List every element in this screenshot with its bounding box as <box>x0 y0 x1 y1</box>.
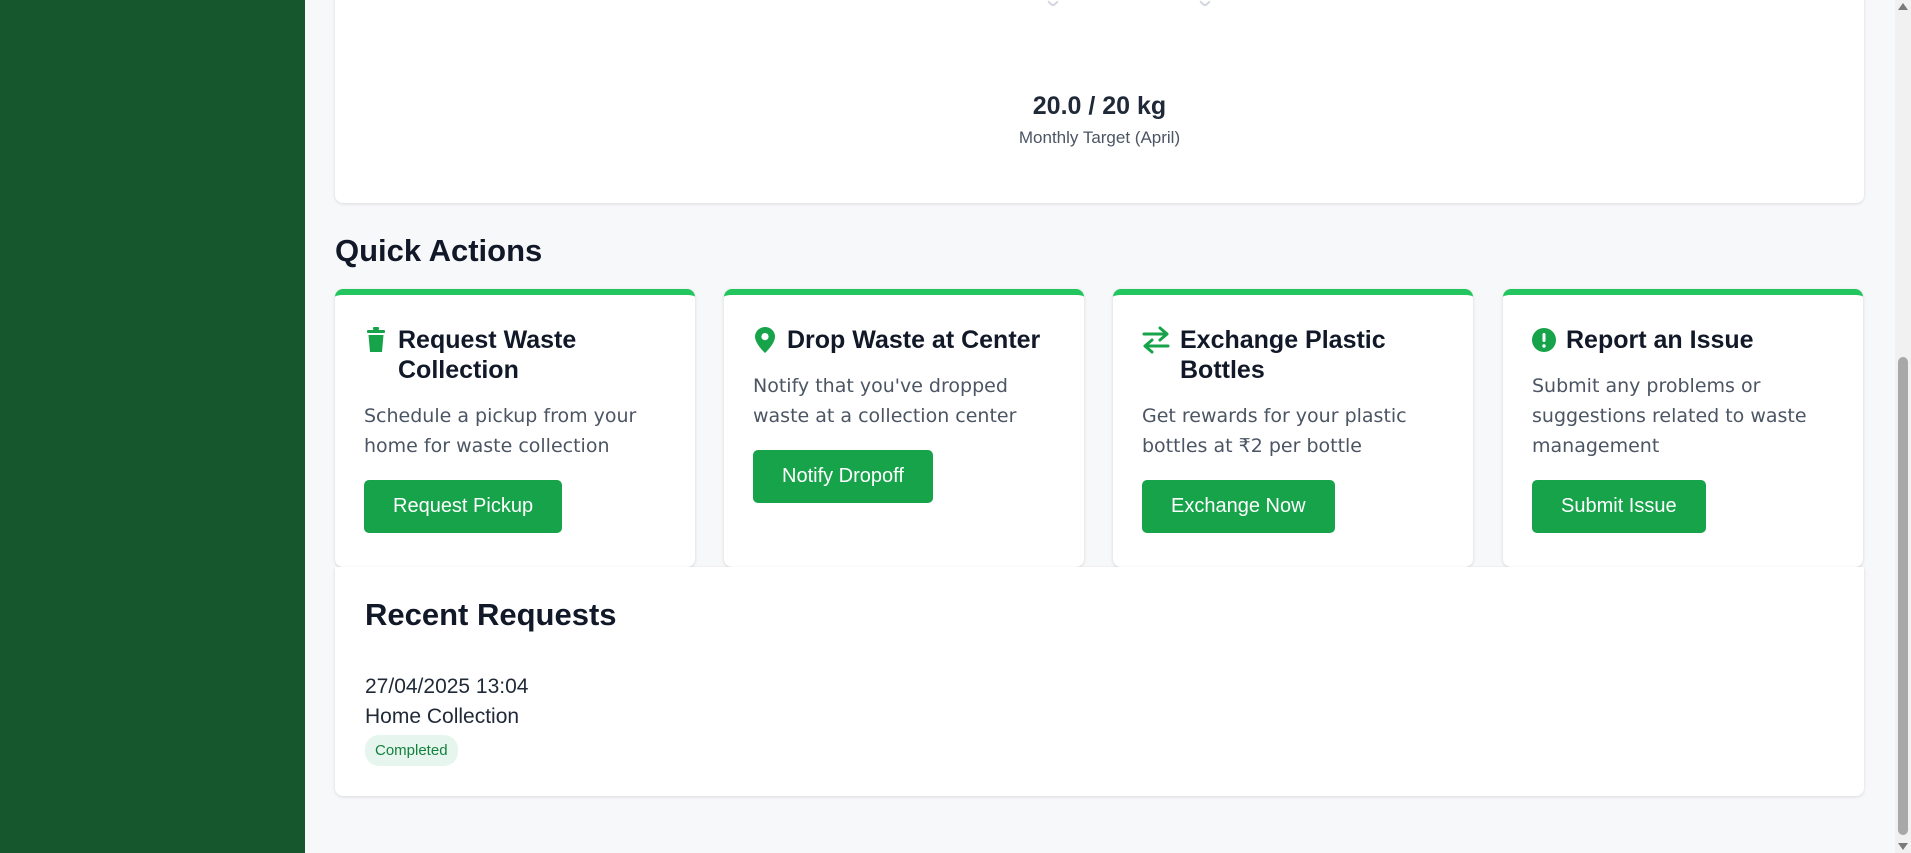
scroll-up-icon[interactable] <box>1898 3 1908 10</box>
main-content: 20.0 / 20 kg Monthly Target (April) Quic… <box>305 0 1895 853</box>
target-label: Monthly Target (April) <box>1018 128 1181 147</box>
target-value: 20.0 / 20 kg <box>1032 92 1167 120</box>
submit-issue-button[interactable]: Submit Issue <box>1532 480 1706 533</box>
quick-actions-title: Quick Actions <box>335 233 543 268</box>
request-type: Home Collection <box>365 705 520 728</box>
recent-requests-card: Recent Requests 27/04/2025 13:04 Home Co… <box>335 567 1864 796</box>
request-date: 27/04/2025 13:04 <box>365 675 529 698</box>
action-card-description: Submit any problems or suggestions relat… <box>1532 375 1807 457</box>
action-card-request-collection: Request Waste Collection Schedule a pick… <box>335 289 695 567</box>
action-card-title: Request Waste Collection <box>398 326 577 384</box>
monthly-target-card: 20.0 / 20 kg Monthly Target (April) <box>335 0 1864 203</box>
scrollbar-thumb[interactable] <box>1898 357 1908 835</box>
action-card-description: Get rewards for your plastic bottles at … <box>1142 405 1407 457</box>
request-pickup-button[interactable]: Request Pickup <box>364 480 563 533</box>
location-pin-icon <box>753 325 777 355</box>
sidebar <box>0 0 305 853</box>
recent-requests-title: Recent Requests <box>365 597 617 632</box>
alert-circle-icon <box>1532 325 1556 355</box>
trash-icon <box>364 325 388 355</box>
gauge-arc-right <box>1199 0 1211 8</box>
page-scrollbar[interactable] <box>1895 0 1911 853</box>
action-card-title: Exchange Plastic Bottles <box>1180 326 1386 384</box>
exchange-now-button[interactable]: Exchange Now <box>1142 480 1335 533</box>
action-card-report-issue: Report an Issue Submit any problems or s… <box>1503 289 1863 567</box>
status-badge: Completed <box>365 735 458 766</box>
action-card-drop-waste: Drop Waste at Center Notify that you've … <box>724 289 1084 567</box>
action-card-description: Schedule a pickup from your home for was… <box>364 405 637 457</box>
action-card-title: Report an Issue <box>1566 326 1754 354</box>
gauge-arc-left <box>1047 0 1059 8</box>
exchange-arrows-icon <box>1142 325 1170 355</box>
scroll-down-icon[interactable] <box>1898 843 1908 850</box>
action-card-exchange-bottles: Exchange Plastic Bottles Get rewards for… <box>1113 289 1473 567</box>
action-card-description: Notify that you've dropped waste at a co… <box>753 375 1017 427</box>
action-card-title: Drop Waste at Center <box>787 326 1041 354</box>
notify-dropoff-button[interactable]: Notify Dropoff <box>753 450 933 503</box>
